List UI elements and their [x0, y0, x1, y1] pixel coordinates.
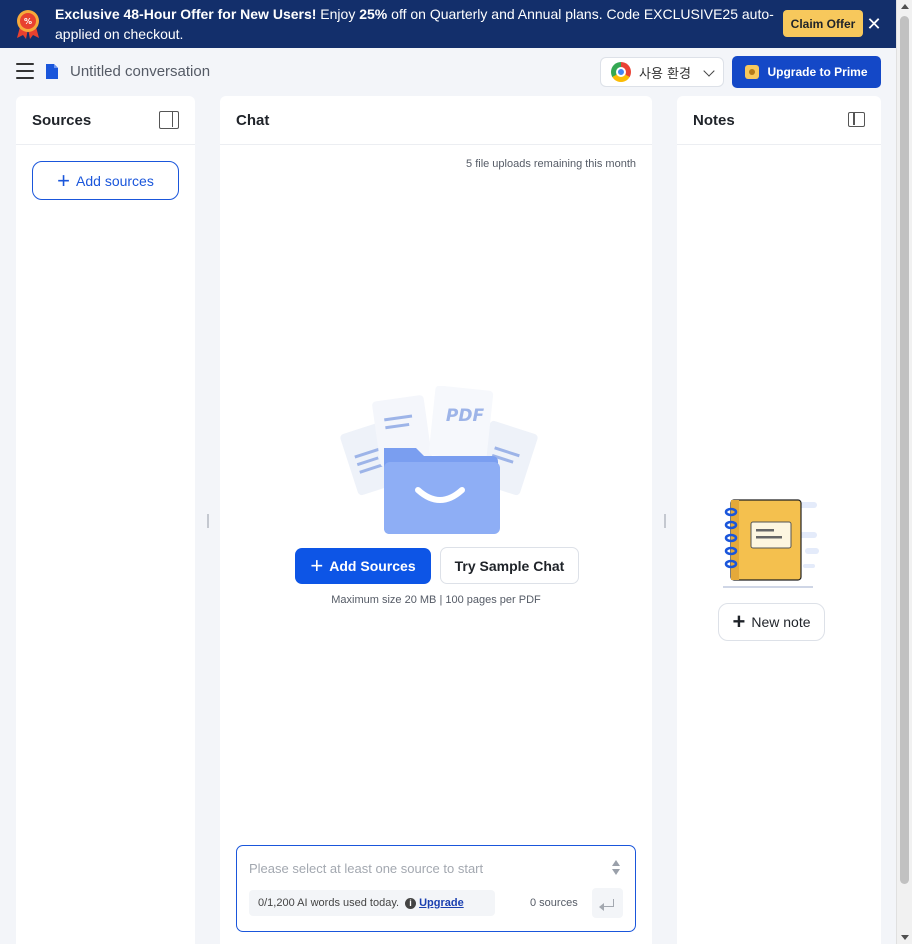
collapse-panel-icon[interactable] — [159, 111, 179, 129]
sources-title: Sources — [32, 112, 92, 129]
uploads-remaining-text: 5 file uploads remaining this month — [466, 158, 636, 170]
add-sources-button[interactable]: + Add sources — [32, 161, 179, 200]
add-sources-label: Add sources — [76, 172, 154, 189]
sources-panel: Sources + Add sources — [16, 96, 195, 944]
scrollbar-thumb[interactable] — [900, 16, 909, 884]
chrome-icon — [611, 62, 631, 82]
usage-text: 0/1,200 AI words used today. — [258, 897, 400, 909]
try-sample-chat-button[interactable]: Try Sample Chat — [440, 547, 579, 584]
environment-label: 사용 환경 — [639, 66, 691, 82]
notes-panel: Notes + New note — [677, 96, 881, 944]
plus-icon: + — [310, 553, 324, 578]
usage-indicator: 0/1,200 AI words used today. i Upgrade — [249, 890, 495, 916]
discount-badge-icon: % — [17, 10, 39, 39]
crown-icon — [745, 65, 760, 79]
chat-input[interactable] — [249, 858, 589, 878]
info-icon[interactable]: i — [405, 897, 417, 909]
hamburger-menu-icon[interactable] — [16, 63, 34, 79]
max-size-hint: Maximum size 20 MB | 100 pages per PDF — [331, 594, 541, 606]
upgrade-to-prime-button[interactable]: Upgrade to Prime — [732, 56, 881, 88]
pdf-label: PDF — [446, 406, 485, 426]
chat-title: Chat — [236, 112, 270, 129]
upgrade-label: Upgrade to Prime — [767, 65, 868, 79]
send-button[interactable] — [592, 888, 623, 918]
environment-select[interactable]: 사용 환경 — [600, 57, 724, 87]
source-count: 0 sources — [530, 897, 578, 909]
collapse-panel-icon[interactable] — [848, 112, 865, 127]
svg-text:%: % — [24, 17, 32, 26]
sources-header: Sources — [16, 96, 195, 145]
new-note-label: New note — [751, 614, 811, 630]
new-note-button[interactable]: + New note — [718, 603, 825, 641]
banner-discount: 25% — [359, 6, 388, 22]
conversation-title[interactable]: Untitled conversation — [70, 63, 210, 80]
add-sources-primary-button[interactable]: + Add Sources — [295, 548, 431, 584]
scroll-down-arrow-icon[interactable] — [901, 935, 909, 940]
notes-header: Notes — [677, 96, 881, 145]
chevron-down-icon — [703, 65, 715, 77]
add-sources-primary-label: Add Sources — [329, 558, 416, 574]
upgrade-link[interactable]: Upgrade — [419, 897, 464, 909]
scroll-up-arrow-icon[interactable] — [901, 4, 909, 9]
notes-title: Notes — [693, 112, 735, 129]
claim-offer-button[interactable]: Claim Offer — [783, 10, 863, 37]
top-header: Untitled conversation 사용 환경 Upgrade to P… — [0, 48, 896, 96]
notebook-illustration — [723, 499, 819, 588]
sort-icon[interactable] — [611, 858, 621, 878]
page-scrollbar[interactable] — [896, 0, 912, 944]
banner-message: Exclusive 48-Hour Offer for New Users! E… — [55, 4, 775, 44]
close-icon[interactable]: ✕ — [866, 14, 882, 34]
folder-icon — [384, 448, 500, 534]
pdf-doc-icon: PDF — [428, 386, 494, 461]
folder-documents-illustration: PDF — [340, 386, 538, 534]
resize-handle-left[interactable] — [207, 514, 209, 528]
plus-icon: + — [732, 609, 746, 634]
resize-handle-right[interactable] — [664, 514, 666, 528]
banner-text-pre: Enjoy — [316, 6, 360, 22]
banner-headline: Exclusive 48-Hour Offer for New Users! — [55, 6, 317, 22]
plus-icon: + — [57, 167, 71, 193]
promo-banner: % Exclusive 48-Hour Offer for New Users!… — [0, 0, 896, 48]
document-icon — [46, 64, 58, 79]
chat-input-box[interactable]: 0/1,200 AI words used today. i Upgrade 0… — [236, 845, 636, 932]
chat-header: Chat — [220, 96, 652, 145]
chat-panel: Chat 5 file uploads remaining this month… — [220, 96, 652, 944]
